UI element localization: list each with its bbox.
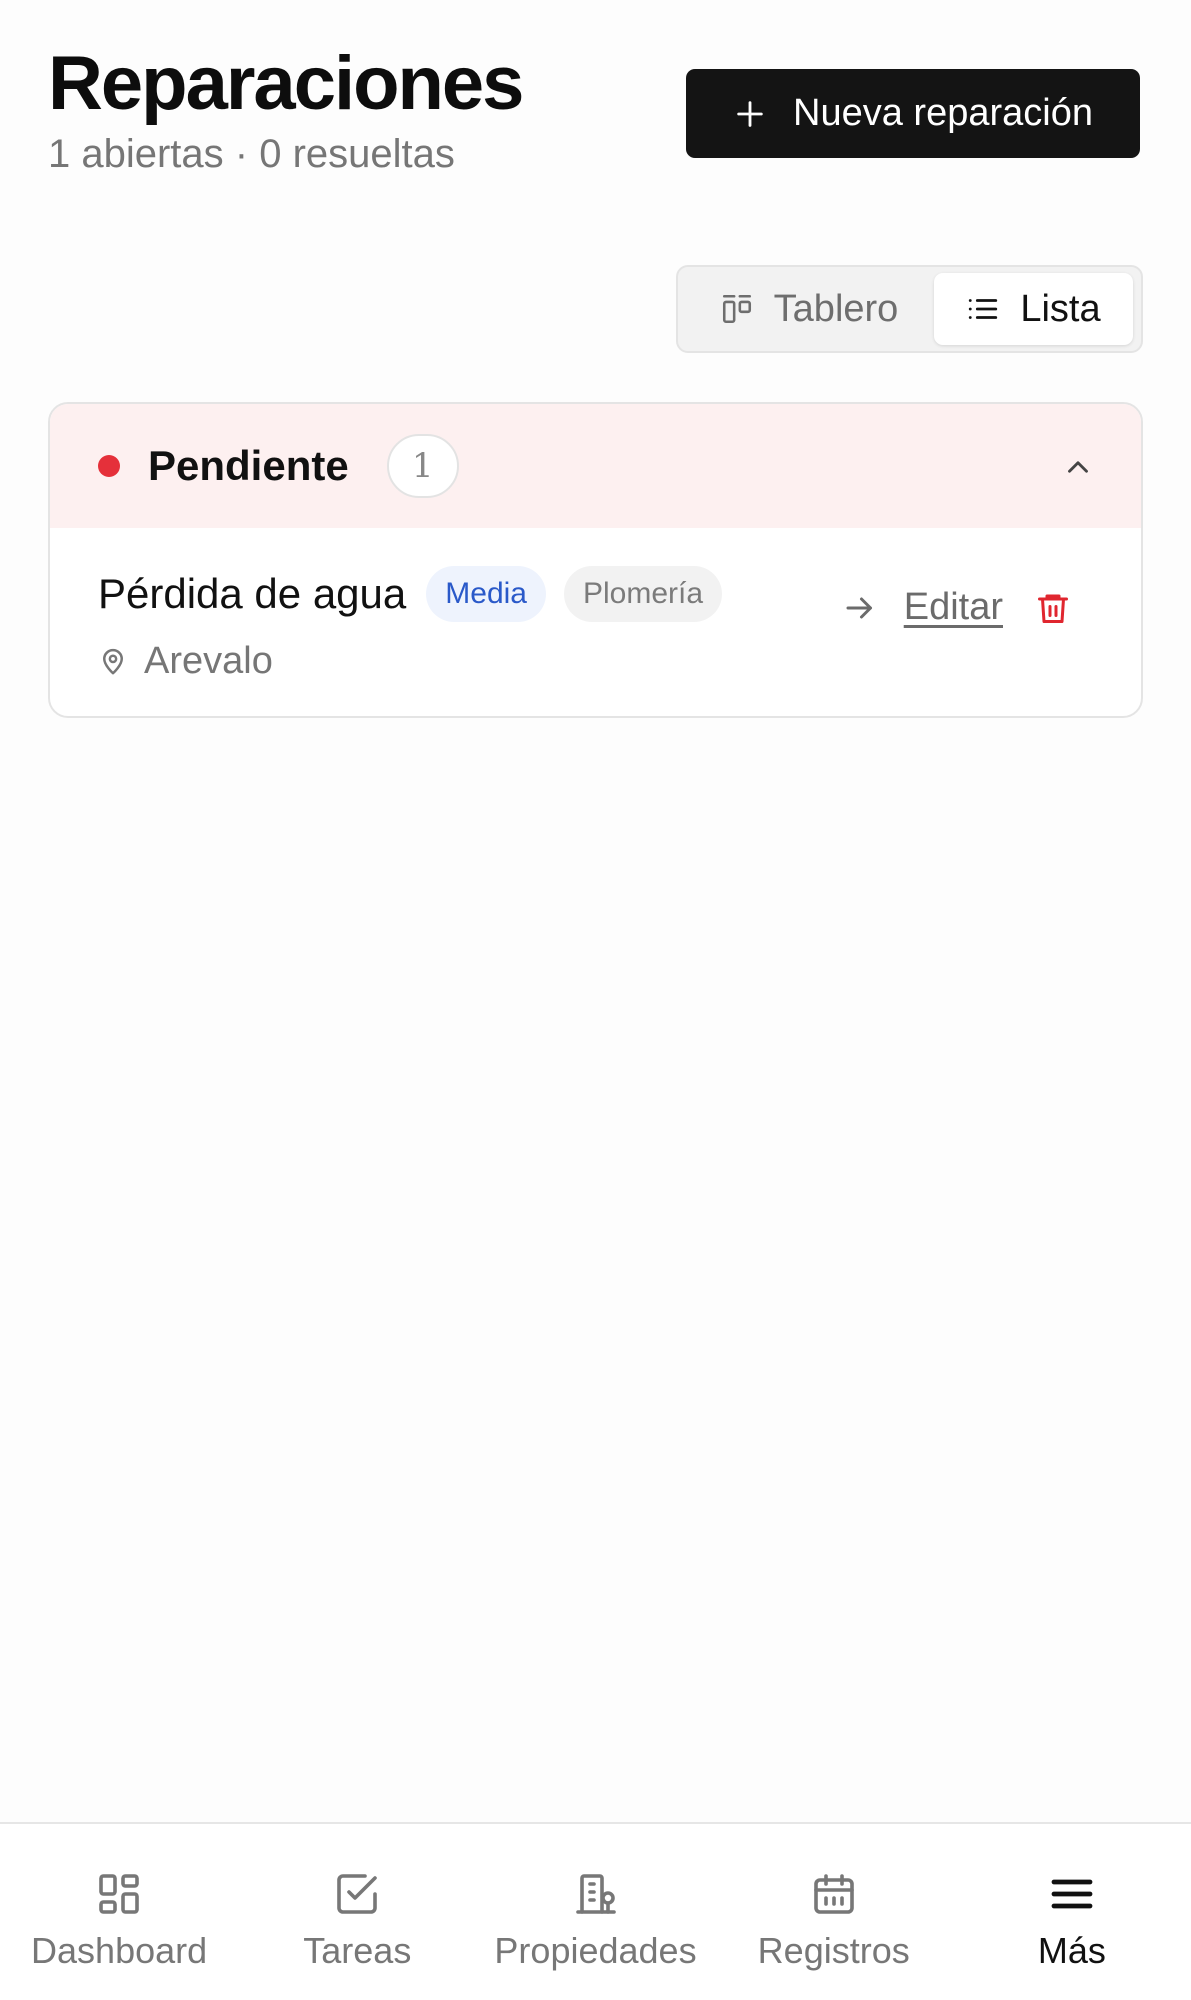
repair-actions: Editar <box>842 586 1071 629</box>
repair-location: Arevalo <box>98 640 1093 683</box>
nav-item-registros[interactable]: Registros <box>715 1824 953 2000</box>
map-pin-icon <box>103 648 123 674</box>
view-toggle: Tablero Lista <box>676 265 1143 353</box>
toggle-board[interactable]: Tablero <box>684 273 934 345</box>
page-title: Reparaciones <box>48 41 524 126</box>
toggle-board-label: Tablero <box>773 287 899 330</box>
checkbox-icon <box>337 1874 378 1914</box>
repair-row[interactable]: Pérdida de agua Media Plomería Arevalo E… <box>50 528 1141 716</box>
page-header: Reparaciones 1 abiertas · 0 resueltas <box>48 41 524 177</box>
priority-tag: Media <box>426 566 546 622</box>
nav-label: Más <box>1037 1930 1106 1971</box>
edit-link[interactable]: Editar <box>904 586 1003 629</box>
nav-item-tareas[interactable]: Tareas <box>238 1824 476 2000</box>
nav-item-mas[interactable]: Más <box>953 1824 1191 2000</box>
status-dot <box>98 455 120 477</box>
arrow-right-icon <box>846 597 872 618</box>
group-header[interactable]: Pendiente 1 <box>50 404 1141 528</box>
board-icon <box>722 294 751 324</box>
building-icon <box>575 1874 616 1914</box>
nav-item-dashboard[interactable]: Dashboard <box>0 1824 238 2000</box>
group-count-badge: 1 <box>386 434 459 498</box>
toggle-list[interactable]: Lista <box>934 273 1133 345</box>
trash-icon[interactable] <box>1035 590 1071 626</box>
plus-icon <box>737 100 763 127</box>
toggle-list-label: Lista <box>1020 287 1101 330</box>
group-pendiente: Pendiente 1 Pérdida de agua Media Plomer… <box>48 402 1143 718</box>
repair-title: Pérdida de agua <box>98 570 407 617</box>
repair-location-label: Arevalo <box>144 640 273 682</box>
list-icon <box>969 299 998 319</box>
new-repair-label: Nueva reparación <box>793 92 1093 134</box>
new-repair-button[interactable]: Nueva reparación <box>686 69 1140 158</box>
calendar-icon <box>813 1874 854 1914</box>
group-name: Pendiente <box>148 442 349 489</box>
category-tag: Plomería <box>563 566 723 622</box>
page-subtitle: 1 abiertas · 0 resueltas <box>48 131 455 176</box>
chevron-up-icon[interactable] <box>1061 450 1095 484</box>
dashboard-icon <box>99 1874 139 1914</box>
nav-label: Propiedades <box>494 1930 697 1971</box>
nav-label: Dashboard <box>31 1930 208 1971</box>
bottom-nav: Dashboard Tareas Propiedades Registros M… <box>0 1822 1191 2000</box>
menu-icon <box>1051 1879 1093 1909</box>
nav-label: Tareas <box>303 1930 412 1971</box>
nav-label: Registros <box>757 1930 910 1971</box>
nav-item-propiedades[interactable]: Propiedades <box>476 1824 714 2000</box>
